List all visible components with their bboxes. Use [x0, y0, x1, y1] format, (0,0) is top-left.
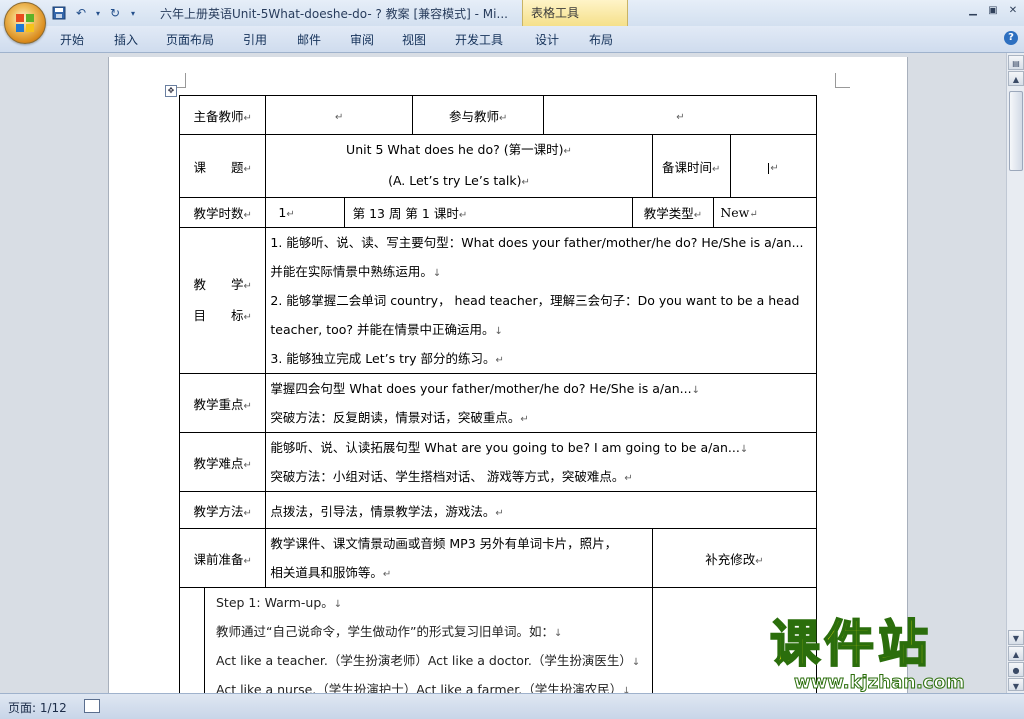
topic-cell[interactable]: Unit 5 What does he do? (第一课时)↵ (A. Let’…: [265, 134, 653, 198]
status-bar: 页面: 1/12: [0, 693, 1024, 719]
browse-object-icon[interactable]: ●: [1008, 662, 1024, 677]
document-workspace: ✥ 主备教师↵ ↵ 参与教师↵ ↵ 课 题↵ Unit 5 What does …: [0, 53, 1006, 693]
difficulties-label: 教学难点↵: [178, 432, 267, 492]
lesson-plan-table: 主备教师↵ ↵ 参与教师↵ ↵ 课 题↵ Unit 5 What does he…: [178, 95, 818, 693]
scrollbar-thumb[interactable]: [1009, 91, 1023, 171]
table-row: 教 学↵ 目 标↵ 1. 能够听、说、读、写主要句型：What does you…: [178, 227, 818, 374]
preparation-cell[interactable]: 教学课件、课文情景动画或音频 MP3 另外有单词卡片，照片， 相关道具和服饰等。…: [265, 528, 653, 588]
difficulties-cell[interactable]: 能够听、说、认读拓展句型 What are you going to be? I…: [265, 432, 818, 492]
hours-label: 教学时数↵: [178, 197, 267, 228]
table-tools-context-tab: 表格工具: [522, 0, 628, 26]
goals-label: 教 学↵ 目 标↵: [178, 227, 267, 374]
window-controls: ▁ ▣ ✕: [966, 3, 1020, 17]
word-count-icon[interactable]: [84, 699, 100, 713]
watermark-text: 课件站: [769, 613, 932, 674]
close-icon[interactable]: ✕: [1006, 3, 1020, 17]
topic-label: 课 题↵: [178, 134, 267, 198]
prep-time-cell[interactable]: ↵: [729, 134, 818, 198]
document-page[interactable]: ✥ 主备教师↵ ↵ 参与教师↵ ↵ 课 题↵ Unit 5 What does …: [108, 57, 908, 693]
tab-home[interactable]: 开始: [60, 31, 84, 48]
table-move-handle-icon[interactable]: ✥: [165, 85, 177, 97]
scroll-down-icon[interactable]: ▼: [1008, 630, 1024, 645]
method-label: 教学方法↵: [178, 491, 267, 529]
hours-cell[interactable]: 1↵: [265, 197, 345, 228]
customize-qat-icon[interactable]: ▾: [128, 4, 138, 22]
table-row: 课前准备↵ 教学课件、课文情景动画或音频 MP3 另外有单词卡片，照片， 相关道…: [178, 528, 818, 588]
participant-teacher-cell[interactable]: ↵: [543, 95, 818, 135]
minimize-icon[interactable]: ▁: [966, 3, 980, 17]
tab-review[interactable]: 审阅: [350, 31, 374, 48]
tab-references[interactable]: 引用: [243, 31, 267, 48]
tab-design[interactable]: 设计: [535, 31, 559, 48]
table-row: 课 题↵ Unit 5 What does he do? (第一课时)↵ (A.…: [178, 134, 818, 198]
table-row: 教学难点↵ 能够听、说、认读拓展句型 What are you going to…: [178, 432, 818, 492]
watermark-url: www.kjzhan.com: [794, 672, 966, 694]
ruler-toggle-icon[interactable]: ▤: [1008, 55, 1024, 70]
goals-cell[interactable]: 1. 能够听、说、读、写主要句型：What does your father/m…: [265, 227, 818, 374]
table-row: 主备教师↵ ↵ 参与教师↵ ↵: [178, 95, 818, 135]
watermark-logo: 课件站 www.kjzhan.com: [769, 613, 1006, 694]
method-cell[interactable]: 点拨法，引导法，情景教学法，游戏法。↵: [265, 491, 818, 529]
steps-cell[interactable]: Step 1: Warm-up。↓ 教师通过“自己说命令，学生做动作”的形式复习…: [179, 587, 653, 693]
inner-column-border: [204, 588, 205, 693]
undo-icon[interactable]: ↶: [72, 4, 90, 22]
office-button[interactable]: [4, 2, 46, 44]
table-row: 教学时数↵ 1↵ 第 13 周 第 1 课时↵ 教学类型↵ New↵: [178, 197, 818, 228]
page-number[interactable]: 页面: 1/12: [8, 699, 67, 716]
table-row: Step 1: Warm-up。↓ 教师通过“自己说命令，学生做动作”的形式复习…: [179, 587, 818, 693]
tab-view[interactable]: 视图: [402, 31, 426, 48]
lead-teacher-cell[interactable]: ↵: [265, 95, 413, 135]
tab-mailings[interactable]: 邮件: [297, 31, 321, 48]
title-bar: ↶ ▾ ↻ ▾ 六年上册英语Unit-5What-doeshe-do- ? 教案…: [0, 0, 1024, 27]
tab-layout[interactable]: 布局: [589, 31, 613, 48]
lead-teacher-label: 主备教师↵: [178, 95, 267, 135]
context-tab-label: 表格工具: [531, 6, 580, 20]
key-points-label: 教学重点↵: [178, 373, 267, 433]
ribbon-tab-bar: 开始 插入 页面布局 引用 邮件 审阅 视图 开发工具 设计 布局: [0, 26, 1024, 53]
supplement-label: 补充修改↵: [651, 528, 818, 588]
office-logo-icon: [16, 14, 34, 32]
restore-icon[interactable]: ▣: [986, 3, 1000, 17]
scroll-up-icon[interactable]: ▲: [1008, 71, 1024, 86]
lesson-type-cell[interactable]: New↵: [713, 197, 818, 228]
redo-icon[interactable]: ↻: [106, 4, 124, 22]
save-icon[interactable]: [50, 4, 68, 22]
document-title: 六年上册英语Unit-5What-doeshe-do- ? 教案 [兼容模式] …: [160, 7, 508, 21]
vertical-scrollbar[interactable]: ▤ ▲ ▼ ▲ ● ▼: [1006, 53, 1024, 693]
margin-corner-mark: [835, 73, 850, 88]
prep-time-label: 备课时间↵: [651, 134, 731, 198]
week-lesson-cell[interactable]: 第 13 周 第 1 课时↵: [343, 197, 633, 228]
tab-developer[interactable]: 开发工具: [455, 31, 503, 48]
next-page-icon[interactable]: ▼: [1008, 678, 1024, 691]
table-row: 教学方法↵ 点拨法，引导法，情景教学法，游戏法。↵: [178, 491, 818, 529]
tab-insert[interactable]: 插入: [114, 31, 138, 48]
tab-page-layout[interactable]: 页面布局: [166, 31, 214, 48]
dropdown-arrow-icon[interactable]: ▾: [94, 4, 102, 22]
participant-teacher-label: 参与教师↵: [411, 95, 545, 135]
key-points-cell[interactable]: 掌握四会句型 What does your father/mother/he d…: [265, 373, 818, 433]
table-row: 教学重点↵ 掌握四会句型 What does your father/mothe…: [178, 373, 818, 433]
lesson-type-label: 教学类型↵: [631, 197, 715, 228]
quick-access-toolbar: ↶ ▾ ↻ ▾: [50, 3, 138, 23]
previous-page-icon[interactable]: ▲: [1008, 646, 1024, 661]
preparation-label: 课前准备↵: [178, 528, 267, 588]
help-icon[interactable]: ?: [1004, 31, 1018, 45]
